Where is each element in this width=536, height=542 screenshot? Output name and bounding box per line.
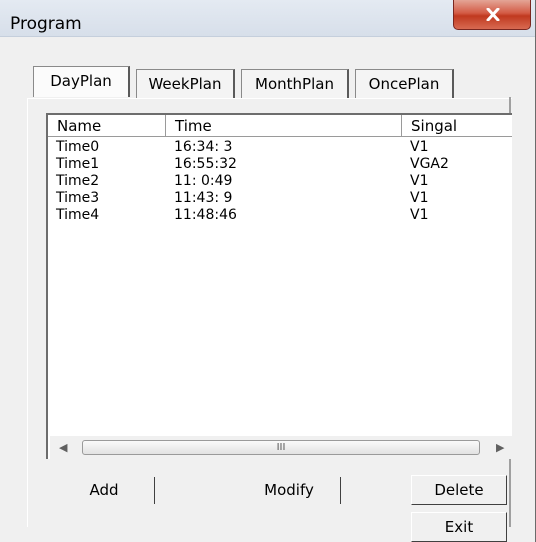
column-name[interactable]: Name — [48, 115, 166, 137]
list-item[interactable]: Time1 16:55:32 VGA2 — [48, 156, 512, 173]
scroll-thumb[interactable]: III — [82, 440, 480, 455]
row-name: Time1 — [56, 156, 100, 172]
tab-weekplan[interactable]: WeekPlan — [136, 69, 235, 99]
list-item[interactable]: Time0 16:34: 3 V1 — [48, 139, 512, 156]
column-signal[interactable]: Singal — [402, 115, 512, 137]
scroll-left-icon[interactable]: ◀ — [59, 441, 67, 454]
row-signal: VGA2 — [410, 156, 449, 172]
row-signal: V1 — [410, 190, 429, 206]
row-signal: V1 — [410, 207, 429, 223]
row-name: Time3 — [56, 190, 100, 206]
horizontal-scrollbar[interactable]: ◀ III ▶ — [50, 436, 512, 459]
delete-button[interactable]: Delete — [411, 475, 507, 505]
plan-list[interactable]: Name Time Singal Time0 16:34: 3 V1 Time1… — [46, 113, 512, 459]
list-item[interactable]: Time3 11:43: 9 V1 — [48, 190, 512, 207]
add-button[interactable]: Add — [54, 477, 155, 504]
close-icon — [486, 8, 500, 21]
title-bar: Program — [0, 0, 535, 37]
list-item[interactable]: Time4 11:48:46 V1 — [48, 207, 512, 224]
scroll-right-icon[interactable]: ▶ — [496, 441, 504, 454]
row-signal: V1 — [410, 173, 429, 189]
tab-monthplan[interactable]: MonthPlan — [241, 69, 349, 99]
exit-button[interactable]: Exit — [411, 512, 507, 542]
row-name: Time2 — [56, 173, 100, 189]
modify-button[interactable]: Modify — [238, 477, 341, 504]
row-time: 11: 0:49 — [174, 173, 233, 189]
list-header: Name Time Singal — [48, 115, 512, 137]
column-time[interactable]: Time — [166, 115, 402, 137]
close-button[interactable] — [453, 0, 531, 30]
row-name: Time0 — [56, 139, 100, 155]
list-item[interactable]: Time2 11: 0:49 V1 — [48, 173, 512, 190]
tab-onceplan[interactable]: OncePlan — [355, 69, 454, 99]
row-time: 11:43: 9 — [174, 190, 233, 206]
tab-dayplan[interactable]: DayPlan — [33, 66, 130, 97]
row-name: Time4 — [56, 207, 100, 223]
program-window: Program DayPlan WeekPlan MonthPlan OnceP… — [0, 0, 536, 542]
row-signal: V1 — [410, 139, 429, 155]
window-title: Program — [10, 14, 82, 34]
row-time: 11:48:46 — [174, 207, 237, 223]
row-time: 16:55:32 — [174, 156, 237, 172]
row-time: 16:34: 3 — [174, 139, 233, 155]
